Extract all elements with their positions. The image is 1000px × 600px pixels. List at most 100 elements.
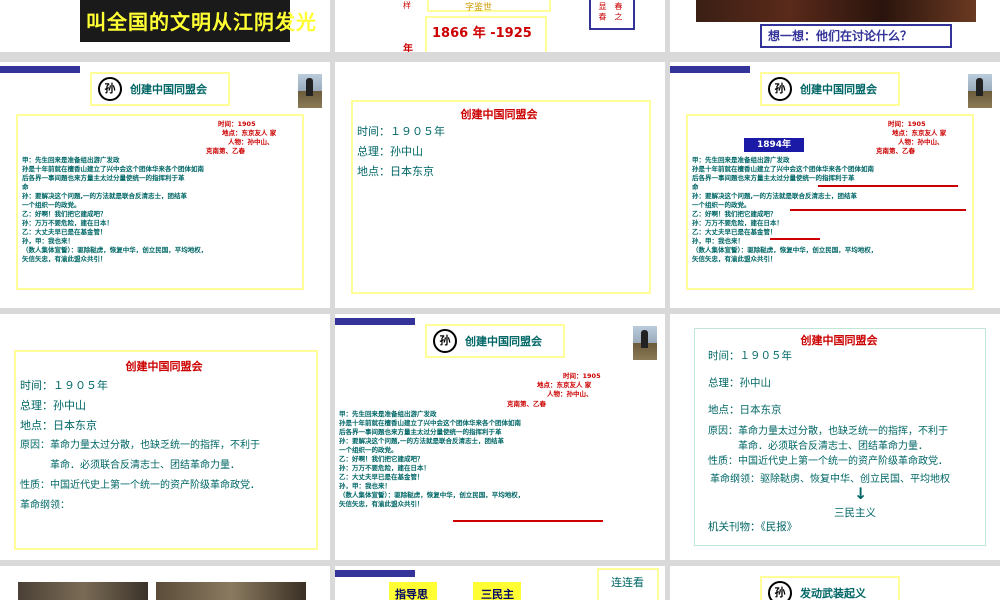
year-char: 年	[403, 44, 413, 52]
info-line: 地点：日本东京	[357, 165, 434, 178]
question-text: 想一想：他们在讨论什么？	[768, 29, 913, 43]
info-line: 性质：中国近代史上第一个统一的资产阶级革命政党．	[708, 456, 948, 467]
meta-time: 时间：1905	[888, 120, 926, 128]
dialog-line: 后各界一事间题也来方量主太过分量使统一的指挥利于革	[692, 174, 855, 182]
photo-image-2	[156, 582, 306, 600]
dialog-line: 孙：万万不要危险，建在日本！	[22, 219, 113, 227]
slide-thumb-2[interactable]: 字鉴世 样 1866 年 -1925 年 显 春 春 之	[335, 0, 665, 52]
slide-title: 发动武装起义	[800, 587, 866, 600]
dialog-line: 乙：好啊！我们把它建成吧？	[339, 455, 424, 463]
dialog-line: 乙：大丈夫早已是在基金管！	[692, 228, 777, 236]
slide-thumb-6[interactable]: 孙 创建中国同盟会 1894年 时间：1905 地点：东京友人 家 人物：孙中山…	[670, 62, 1000, 308]
underline-mark	[453, 520, 603, 522]
info-lines: 时间：１９０５年 总理：孙中山 地点：日本东京 原因：革命力量太过分散，也缺乏统…	[708, 342, 948, 469]
dialog-line: 孙是十年前就在檀香山建立了兴中会这个团体华来各个团体如南	[339, 419, 521, 427]
info-lines: 时间：１９０５年 总理：孙中山 地点：日本东京 原因：革命力量太过分散，也缺乏统…	[20, 376, 260, 516]
three-principles: 三民主义	[834, 507, 876, 519]
tongmenghui-logo-icon: 孙	[768, 581, 792, 600]
concept-label-2: 三民主	[481, 588, 514, 600]
dialog-line: 一个组织一的政党。	[339, 446, 398, 454]
info-line: 时间：１９０５年	[20, 379, 108, 392]
slide-thumb-1[interactable]: 叫全国的文明从江阴发光	[0, 0, 330, 52]
dialog-line: 孙：要解决这个问题,一的方法就是联合反清志士，团结革	[22, 192, 187, 200]
dialog-text: 甲：先生回来是准备组出游广发政 孙是十年前就在檀香山建立了兴中会这个团体华来各个…	[339, 410, 524, 509]
dialog-line: 孙，甲：我也来！	[22, 237, 74, 245]
tongmenghui-logo-icon: 孙	[433, 329, 457, 353]
meta-place: 地点：东京友人 家	[222, 129, 277, 137]
slide-thumb-4[interactable]: 孙 创建中国同盟会 时间：1905 地点：东京友人 家 人物：孙中山、 克南第、…	[0, 62, 330, 308]
slide-title: 创建中国同盟会	[130, 83, 207, 96]
title-box: 孙 创建中国同盟会	[90, 72, 230, 106]
underline-mark	[818, 185, 958, 187]
dialog-line: 孙，甲：我也来！	[339, 482, 391, 490]
header-bar	[0, 66, 80, 73]
concept-label-1: 指导思	[395, 588, 428, 600]
dialog-line: 一个组织一的政党。	[22, 201, 81, 209]
meta-people: 人物：孙中山、	[228, 138, 274, 146]
header-bar	[670, 66, 750, 73]
slide-thumb-3[interactable]: 想一想：他们在讨论什么？	[670, 0, 1000, 52]
side-text-1: 显 春	[598, 2, 607, 21]
dialog-line: 乙：大丈夫早已是在基金管！	[22, 228, 107, 236]
meta-people: 人物：孙中山、	[547, 390, 593, 398]
arrow-down-icon: ↓	[854, 484, 868, 503]
slide-banner-text: 叫全国的文明从江阴发光	[86, 10, 317, 34]
dialog-line: 矢信矢忠，有渝此盟众共引！	[22, 255, 107, 263]
statue-image	[968, 74, 992, 108]
life-years: 1866 年 -1925	[432, 26, 532, 41]
dialog-line: 乙：大丈夫早已是在基金管！	[339, 473, 424, 481]
red-tick-text: 样	[403, 1, 411, 10]
slide-thumb-9[interactable]: 创建中国同盟会 时间：１９０５年 总理：孙中山 地点：日本东京 原因：革命力量太…	[670, 314, 1000, 560]
slide-thumb-5[interactable]: 创建中国同盟会 时间：１９０５年 总理：孙中山 地点：日本东京	[335, 62, 665, 308]
slide-thumb-7[interactable]: 创建中国同盟会 时间：１９０５年 总理：孙中山 地点：日本东京 原因：革命力量太…	[0, 314, 330, 560]
info-line: 原因：革命力量太过分散，也缺乏统一的指挥，不利于	[20, 440, 260, 451]
info-line: 革命纲领：	[20, 500, 70, 511]
meta-time: 时间：1905	[218, 120, 256, 128]
slide-thumb-12[interactable]: 孙 发动武装起义	[670, 566, 1000, 600]
dialog-line: （数人集体宣誓）：驱除鞑虏，恢复中华，创立民国，平均地权，	[339, 491, 525, 499]
dialog-line: 甲：先生回来是准备组出游广发政	[22, 156, 120, 164]
meta-people-2: 克南第、乙春	[206, 147, 245, 155]
dialog-line: 孙是十年前就在檀香山建立了兴中会这个团体华来各个团体如南	[22, 165, 204, 173]
slide-thumb-10[interactable]	[0, 566, 330, 600]
small-top-text: 字鉴世	[465, 3, 493, 13]
dialog-line: 后各界一事间题也来方量主太过分量使统一的指挥利于革	[22, 174, 185, 182]
meta-place: 地点：东京友人 家	[892, 129, 947, 137]
match-game-label: 连连看	[611, 576, 644, 589]
info-line: 总理：孙中山	[20, 399, 86, 412]
dialog-line: （数人集体宣誓）：驱除鞑虏，恢复中华，创立民国，平均地权，	[692, 246, 878, 254]
program-line: 革命纲领：驱除鞑虏、恢复中华、创立民国、平均地权	[710, 474, 950, 485]
slide-thumb-11[interactable]: 指导思 三民主 连连看	[335, 566, 665, 600]
photo-image	[18, 582, 148, 600]
info-line: 革命．必须联合反清志士、团结革命力量．	[708, 441, 928, 452]
title-box: 孙 创建中国同盟会	[760, 72, 900, 106]
dialog-line: 甲：先生回来是准备组出游广发政	[339, 410, 437, 418]
dialog-line: 乙：好啊！我们把它建成吧？	[22, 210, 107, 218]
slide-title: 创建中国同盟会	[460, 108, 538, 121]
journal-line: 机关刊物：《民报》	[708, 521, 798, 533]
meta-people-2: 克南第、乙春	[876, 147, 915, 155]
info-line: 地点：日本东京	[20, 419, 97, 432]
dialog-line: 乙：好啊！我们把它建成吧？	[692, 210, 777, 218]
dialog-line: 孙：要解决这个问题,一的方法就是联合反清志士，团结革	[692, 192, 857, 200]
title-box: 孙 创建中国同盟会	[425, 324, 565, 358]
slide-thumb-8[interactable]: 孙 创建中国同盟会 时间：1905 地点：东京友人 家 人物：孙中山、 克南第、…	[335, 314, 665, 560]
side-text-2: 春 之	[614, 2, 623, 21]
info-line: 原因：革命力量太过分散，也缺乏统一的指挥，不利于	[708, 426, 948, 437]
dialog-line: 矢信矢忠，有渝此盟众共引！	[692, 255, 777, 263]
meta-time: 时间：1905	[563, 372, 601, 380]
header-bar	[335, 318, 415, 325]
painting-image	[696, 0, 976, 22]
slide-title: 创建中国同盟会	[125, 360, 203, 373]
dialog-line: 孙：要解决这个问题,一的方法就是联合反清志士，团结革	[339, 437, 504, 445]
meta-place: 地点：东京友人 家	[537, 381, 592, 389]
dialog-text: 甲：先生回来是准备组出游广发政 孙是十年前就在檀香山建立了兴中会这个团体华来各个…	[22, 156, 207, 264]
statue-image	[633, 326, 657, 360]
underline-mark	[770, 238, 820, 240]
dialog-line: 孙是十年前就在檀香山建立了兴中会这个团体华来各个团体如南	[692, 165, 874, 173]
info-line: 时间：１９０５年	[708, 350, 792, 362]
side-box	[589, 0, 635, 30]
info-line: 总理：孙中山	[708, 377, 771, 389]
tongmenghui-logo-icon: 孙	[768, 77, 792, 101]
dialog-line: 矢信矢忠，有渝此盟众共引！	[339, 500, 424, 508]
